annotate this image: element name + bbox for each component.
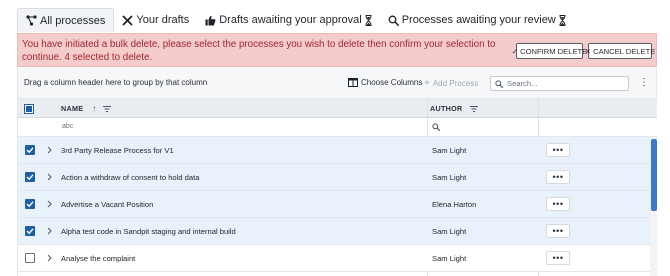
- chevron-right-icon[interactable]: [47, 254, 52, 262]
- tab-bar: All processes Your drafts Drafts awaitin…: [17, 8, 574, 32]
- hourglass-icon: [365, 14, 372, 26]
- group-by-hint: Drag a column header here to group by th…: [24, 78, 208, 87]
- close-icon: ✕: [584, 46, 592, 56]
- chevron-right-icon[interactable]: [47, 200, 52, 208]
- search-field[interactable]: [490, 76, 629, 91]
- process-author: Sam Light: [432, 254, 467, 263]
- tab-label: Processes awaiting your review: [401, 14, 556, 26]
- search-input[interactable]: [507, 79, 622, 88]
- row-actions-button[interactable]: •••: [546, 251, 570, 265]
- table-row[interactable]: Action a withdraw of consent to hold dat…: [18, 164, 650, 191]
- confirm-delete-button[interactable]: ✓ CONFIRM DELETE: [512, 43, 587, 59]
- process-grid: NAME ↑ AUTHOR abc 3rd Party Release Proc…: [17, 99, 657, 276]
- chevron-right-icon[interactable]: [47, 173, 52, 181]
- name-column-label: NAME: [61, 104, 84, 113]
- row-actions-button[interactable]: •••: [546, 143, 570, 157]
- confirm-delete-label: CONFIRM DELETE: [520, 46, 588, 56]
- search-icon: [495, 79, 503, 88]
- process-name[interactable]: Action a withdraw of consent to hold dat…: [61, 173, 199, 182]
- bulk-delete-message: You have initiated a bulk delete, please…: [22, 39, 496, 63]
- grid-toolbar: Drag a column header here to group by th…: [17, 68, 657, 99]
- tab-your-drafts[interactable]: Your drafts: [114, 8, 197, 32]
- tab-processes-awaiting-review[interactable]: Processes awaiting your review: [380, 8, 574, 32]
- author-column-label: AUTHOR: [430, 104, 463, 113]
- add-process-button[interactable]: + Add Process: [424, 78, 478, 89]
- cancel-delete-label: CANCEL DELETE: [593, 46, 656, 56]
- table-row[interactable]: 3rd Party Release Process for V1 Sam Lig…: [18, 137, 650, 164]
- row-checkbox[interactable]: [25, 253, 35, 263]
- tab-label: Drafts awaiting your approval: [219, 14, 362, 26]
- flow-icon: [26, 15, 37, 26]
- name-column-header[interactable]: NAME ↑: [61, 99, 111, 118]
- author-filter-search-icon[interactable]: [432, 123, 440, 131]
- plus-icon: +: [424, 78, 430, 89]
- process-name[interactable]: Alpha test code in Sandpit staging and i…: [61, 227, 236, 236]
- table-row[interactable]: Advertise a Vacant Position Elena Harton…: [18, 191, 650, 218]
- process-name[interactable]: 3rd Party Release Process for V1: [61, 146, 174, 155]
- process-author: Elena Harton: [432, 200, 477, 209]
- row-actions-button[interactable]: •••: [546, 197, 570, 211]
- hourglass-icon: [559, 14, 566, 26]
- row-actions-button[interactable]: •••: [546, 224, 570, 238]
- name-filter-input[interactable]: abc: [62, 123, 73, 130]
- filter-icon[interactable]: [102, 105, 111, 112]
- filter-icon[interactable]: [469, 105, 478, 112]
- chevron-right-icon[interactable]: [47, 146, 52, 154]
- filter-row: abc: [18, 118, 657, 137]
- sort-ascending-icon[interactable]: ↑: [92, 104, 96, 113]
- select-all-checkbox[interactable]: [24, 99, 34, 118]
- tab-label: Your drafts: [136, 14, 190, 26]
- search-icon: [388, 15, 399, 26]
- row-checkbox[interactable]: [25, 226, 35, 236]
- bulk-delete-banner: You have initiated a bulk delete, please…: [17, 33, 657, 67]
- tab-all-processes[interactable]: All processes: [17, 8, 115, 32]
- process-author: Sam Light: [432, 146, 467, 155]
- process-name[interactable]: Analyse the complaint: [61, 254, 135, 263]
- more-options-icon[interactable]: ⋮: [639, 77, 649, 89]
- vertical-scrollbar-thumb[interactable]: [651, 139, 657, 211]
- author-column-header[interactable]: AUTHOR: [430, 99, 478, 118]
- tools-icon: [122, 15, 133, 26]
- row-checkbox[interactable]: [25, 199, 35, 209]
- thumbs-up-icon: [205, 15, 216, 26]
- choose-columns-label: Choose Columns: [361, 78, 423, 87]
- process-name[interactable]: Advertise a Vacant Position: [61, 200, 153, 209]
- process-author: Sam Light: [432, 173, 467, 182]
- row-checkbox[interactable]: [25, 172, 35, 182]
- choose-columns-button[interactable]: Choose Columns: [348, 78, 422, 87]
- add-process-label: Add Process: [432, 79, 479, 88]
- grid-header: NAME ↑ AUTHOR: [18, 99, 657, 118]
- process-author: Sam Light: [432, 227, 467, 236]
- table-row[interactable]: Alpha test code in Sandpit staging and i…: [18, 218, 650, 245]
- columns-icon: [348, 78, 358, 87]
- chevron-right-icon[interactable]: [47, 227, 52, 235]
- check-icon: ✓: [511, 46, 519, 56]
- row-actions-button[interactable]: •••: [546, 170, 570, 184]
- cancel-delete-button[interactable]: ✕ CANCEL DELETE: [584, 43, 656, 59]
- row-checkbox[interactable]: [25, 145, 35, 155]
- tab-drafts-awaiting-approval[interactable]: Drafts awaiting your approval: [197, 8, 379, 32]
- tab-label: All processes: [40, 14, 106, 27]
- table-row[interactable]: Analyse the complaint Sam Light •••: [18, 245, 650, 272]
